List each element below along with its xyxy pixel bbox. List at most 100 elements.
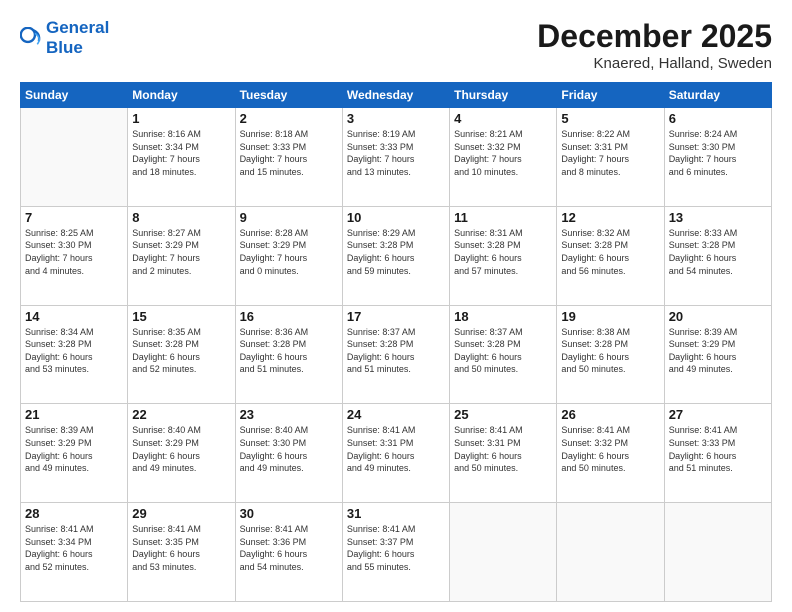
header: General Blue December 2025 Knaered, Hall…: [20, 18, 772, 72]
day-cell: 9Sunrise: 8:28 AM Sunset: 3:29 PM Daylig…: [235, 206, 342, 305]
day-number: 16: [240, 309, 338, 324]
week-row-3: 14 Sunrise: 8:34 AM Sunset: 3:28 PM Dayli…: [21, 305, 772, 404]
day-info: Sunrise: 8:40 AM Sunset: 3:30 PM Dayligh…: [240, 424, 338, 474]
logo: General Blue: [20, 18, 109, 58]
day-cell: 2 Sunrise: 8:18 AM Sunset: 3:33 PM Daylig…: [235, 108, 342, 207]
day-cell: 19 Sunrise: 8:38 AM Sunset: 3:28 PM Dayli…: [557, 305, 664, 404]
week-row-4: 21 Sunrise: 8:39 AM Sunset: 3:29 PM Dayli…: [21, 404, 772, 503]
day-cell: 18 Sunrise: 8:37 AM Sunset: 3:28 PM Dayli…: [450, 305, 557, 404]
day-cell: 14 Sunrise: 8:34 AM Sunset: 3:28 PM Dayli…: [21, 305, 128, 404]
day-info: Sunrise: 8:41 AM Sunset: 3:34 PM Dayligh…: [25, 523, 123, 573]
day-info: Sunrise: 8:21 AM Sunset: 3:32 PM Dayligh…: [454, 128, 552, 178]
day-cell: 10 Sunrise: 8:29 AM Sunset: 3:28 PM Dayli…: [342, 206, 449, 305]
day-info: Sunrise: 8:33 AM Sunset: 3:28 PM Dayligh…: [669, 227, 767, 277]
day-cell: 4 Sunrise: 8:21 AM Sunset: 3:32 PM Daylig…: [450, 108, 557, 207]
day-cell: 31 Sunrise: 8:41 AM Sunset: 3:37 PM Dayli…: [342, 503, 449, 602]
day-info: Sunrise: 8:39 AM Sunset: 3:29 PM Dayligh…: [25, 424, 123, 474]
day-info: Sunrise: 8:41 AM Sunset: 3:33 PM Dayligh…: [669, 424, 767, 474]
day-info: Sunrise: 8:41 AM Sunset: 3:31 PM Dayligh…: [454, 424, 552, 474]
calendar-table: Sunday Monday Tuesday Wednesday Thursday…: [20, 82, 772, 602]
day-info: Sunrise: 8:40 AM Sunset: 3:29 PM Dayligh…: [132, 424, 230, 474]
day-number: 30: [240, 506, 338, 521]
header-monday: Monday: [128, 83, 235, 108]
day-cell: 21 Sunrise: 8:39 AM Sunset: 3:29 PM Dayli…: [21, 404, 128, 503]
day-cell: 26 Sunrise: 8:41 AM Sunset: 3:32 PM Dayli…: [557, 404, 664, 503]
day-cell: 8 Sunrise: 8:27 AM Sunset: 3:29 PM Daylig…: [128, 206, 235, 305]
day-info: Sunrise: 8:18 AM Sunset: 3:33 PM Dayligh…: [240, 128, 338, 178]
logo-icon: [20, 27, 42, 49]
day-cell: 27Sunrise: 8:41 AM Sunset: 3:33 PM Dayli…: [664, 404, 771, 503]
day-cell: 7Sunrise: 8:25 AM Sunset: 3:30 PM Daylig…: [21, 206, 128, 305]
day-cell: 13Sunrise: 8:33 AM Sunset: 3:28 PM Dayli…: [664, 206, 771, 305]
day-number: 26: [561, 407, 659, 422]
day-info: Sunrise: 8:36 AM Sunset: 3:28 PM Dayligh…: [240, 326, 338, 376]
day-info: Sunrise: 8:41 AM Sunset: 3:36 PM Dayligh…: [240, 523, 338, 573]
day-cell: 1 Sunrise: 8:16 AM Sunset: 3:34 PM Daylig…: [128, 108, 235, 207]
day-number: 12: [561, 210, 659, 225]
day-cell: 12 Sunrise: 8:32 AM Sunset: 3:28 PM Dayli…: [557, 206, 664, 305]
day-info: Sunrise: 8:32 AM Sunset: 3:28 PM Dayligh…: [561, 227, 659, 277]
day-cell: 5 Sunrise: 8:22 AM Sunset: 3:31 PM Daylig…: [557, 108, 664, 207]
day-cell: 23Sunrise: 8:40 AM Sunset: 3:30 PM Dayli…: [235, 404, 342, 503]
day-number: 4: [454, 111, 552, 126]
day-cell: 30 Sunrise: 8:41 AM Sunset: 3:36 PM Dayli…: [235, 503, 342, 602]
day-cell: 11Sunrise: 8:31 AM Sunset: 3:28 PM Dayli…: [450, 206, 557, 305]
day-number: 5: [561, 111, 659, 126]
day-number: 1: [132, 111, 230, 126]
header-sunday: Sunday: [21, 83, 128, 108]
day-number: 18: [454, 309, 552, 324]
day-cell: 16 Sunrise: 8:36 AM Sunset: 3:28 PM Dayli…: [235, 305, 342, 404]
day-cell: 29 Sunrise: 8:41 AM Sunset: 3:35 PM Dayli…: [128, 503, 235, 602]
day-info: Sunrise: 8:37 AM Sunset: 3:28 PM Dayligh…: [454, 326, 552, 376]
day-info: Sunrise: 8:41 AM Sunset: 3:35 PM Dayligh…: [132, 523, 230, 573]
day-cell: 15 Sunrise: 8:35 AM Sunset: 3:28 PM Dayli…: [128, 305, 235, 404]
day-info: Sunrise: 8:22 AM Sunset: 3:31 PM Dayligh…: [561, 128, 659, 178]
day-cell: 17 Sunrise: 8:37 AM Sunset: 3:28 PM Dayli…: [342, 305, 449, 404]
day-cell: [21, 108, 128, 207]
day-info: Sunrise: 8:27 AM Sunset: 3:29 PM Dayligh…: [132, 227, 230, 277]
day-info: Sunrise: 8:39 AM Sunset: 3:29 PM Dayligh…: [669, 326, 767, 376]
day-number: 31: [347, 506, 445, 521]
day-cell: 3Sunrise: 8:19 AM Sunset: 3:33 PM Daylig…: [342, 108, 449, 207]
day-cell: 24Sunrise: 8:41 AM Sunset: 3:31 PM Dayli…: [342, 404, 449, 503]
day-info: Sunrise: 8:31 AM Sunset: 3:28 PM Dayligh…: [454, 227, 552, 277]
day-cell: 6 Sunrise: 8:24 AM Sunset: 3:30 PM Daylig…: [664, 108, 771, 207]
day-number: 14: [25, 309, 123, 324]
week-row-5: 28Sunrise: 8:41 AM Sunset: 3:34 PM Dayli…: [21, 503, 772, 602]
month-title: December 2025: [537, 18, 772, 55]
day-info: Sunrise: 8:29 AM Sunset: 3:28 PM Dayligh…: [347, 227, 445, 277]
day-info: Sunrise: 8:41 AM Sunset: 3:32 PM Dayligh…: [561, 424, 659, 474]
day-number: 19: [561, 309, 659, 324]
day-number: 25: [454, 407, 552, 422]
day-number: 9: [240, 210, 338, 225]
header-saturday: Saturday: [664, 83, 771, 108]
day-info: Sunrise: 8:37 AM Sunset: 3:28 PM Dayligh…: [347, 326, 445, 376]
day-number: 29: [132, 506, 230, 521]
day-info: Sunrise: 8:34 AM Sunset: 3:28 PM Dayligh…: [25, 326, 123, 376]
day-number: 22: [132, 407, 230, 422]
day-info: Sunrise: 8:24 AM Sunset: 3:30 PM Dayligh…: [669, 128, 767, 178]
location: Knaered, Halland, Sweden: [537, 55, 772, 72]
day-cell: 28Sunrise: 8:41 AM Sunset: 3:34 PM Dayli…: [21, 503, 128, 602]
calendar-header-row: Sunday Monday Tuesday Wednesday Thursday…: [21, 83, 772, 108]
day-cell: 20Sunrise: 8:39 AM Sunset: 3:29 PM Dayli…: [664, 305, 771, 404]
page: General Blue December 2025 Knaered, Hall…: [0, 0, 792, 612]
day-number: 21: [25, 407, 123, 422]
header-friday: Friday: [557, 83, 664, 108]
header-wednesday: Wednesday: [342, 83, 449, 108]
day-number: 6: [669, 111, 767, 126]
day-info: Sunrise: 8:38 AM Sunset: 3:28 PM Dayligh…: [561, 326, 659, 376]
day-info: Sunrise: 8:16 AM Sunset: 3:34 PM Dayligh…: [132, 128, 230, 178]
day-number: 10: [347, 210, 445, 225]
day-info: Sunrise: 8:35 AM Sunset: 3:28 PM Dayligh…: [132, 326, 230, 376]
day-number: 15: [132, 309, 230, 324]
day-cell: [450, 503, 557, 602]
day-info: Sunrise: 8:41 AM Sunset: 3:37 PM Dayligh…: [347, 523, 445, 573]
day-number: 8: [132, 210, 230, 225]
week-row-2: 7Sunrise: 8:25 AM Sunset: 3:30 PM Daylig…: [21, 206, 772, 305]
day-cell: [557, 503, 664, 602]
day-number: 2: [240, 111, 338, 126]
day-number: 17: [347, 309, 445, 324]
day-info: Sunrise: 8:41 AM Sunset: 3:31 PM Dayligh…: [347, 424, 445, 474]
day-info: Sunrise: 8:25 AM Sunset: 3:30 PM Dayligh…: [25, 227, 123, 277]
